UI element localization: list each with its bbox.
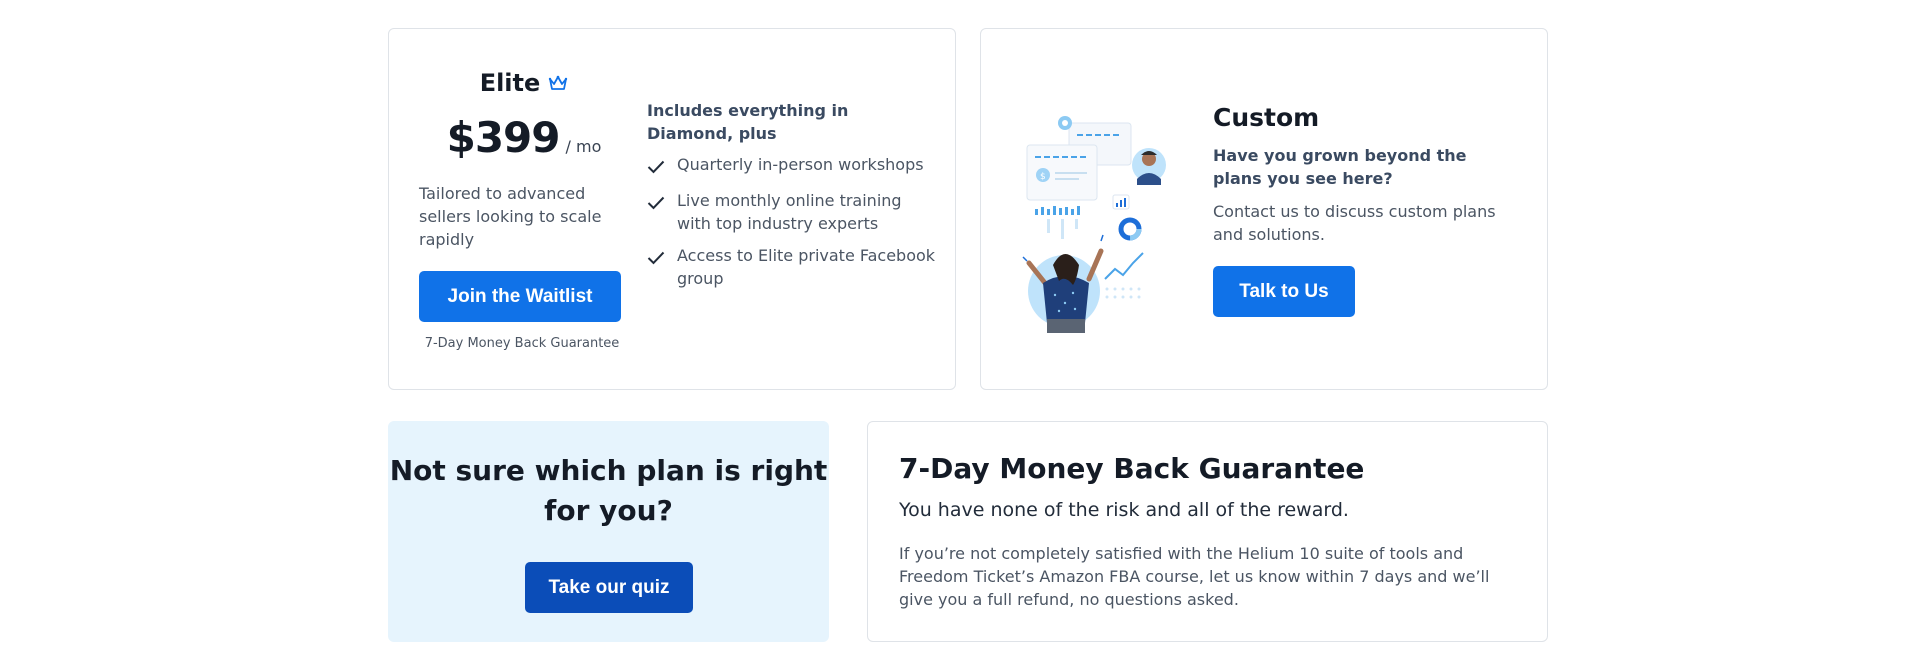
crown-icon <box>548 74 568 92</box>
svg-text:$: $ <box>1040 172 1046 182</box>
elite-price-period: / mo <box>565 137 602 156</box>
custom-plan-card: $ Custom Have you grown beyond the plans… <box>980 28 1548 390</box>
custom-plan-description: Contact us to discuss custom plans and s… <box>1213 202 1496 244</box>
elite-plan-name: Elite <box>479 69 541 97</box>
elite-features: Includes everything in Diamond, plus Qua… <box>647 99 937 299</box>
feature-text: Quarterly in-person workshops <box>677 155 924 174</box>
elite-guarantee-note: 7-Day Money Back Guarantee <box>424 336 620 351</box>
take-quiz-button[interactable]: Take our quiz <box>525 562 693 613</box>
elite-plan-card: Elite $399 / mo Tailored to advanced sel… <box>388 28 956 390</box>
check-icon <box>647 244 665 290</box>
money-back-description: If you’re not completely satisfied with … <box>899 544 1490 609</box>
list-item: Live monthly online training with top in… <box>647 189 937 235</box>
custom-plan-illustration: $ <box>1009 103 1179 333</box>
join-waitlist-button[interactable]: Join the Waitlist <box>419 271 621 322</box>
custom-plan-subtitle: Have you grown beyond the plans you see … <box>1213 146 1467 188</box>
plan-quiz-card: Not sure which plan is right for you? Ta… <box>388 421 829 642</box>
custom-plan-title: Custom <box>1213 103 1320 132</box>
feature-text: Access to Elite private Facebook group <box>677 246 936 288</box>
feature-text: Live monthly online training with top in… <box>677 191 902 233</box>
talk-to-us-button[interactable]: Talk to Us <box>1213 266 1355 317</box>
check-icon <box>647 153 665 180</box>
elite-price-row: $399 / mo <box>419 113 629 162</box>
list-item: Quarterly in-person workshops <box>647 153 937 180</box>
elite-feature-list: Quarterly in-person workshops Live month… <box>647 153 937 290</box>
check-icon <box>647 189 665 235</box>
list-item: Access to Elite private Facebook group <box>647 244 937 290</box>
elite-price: $399 <box>446 113 561 162</box>
money-back-title: 7-Day Money Back Guarantee <box>899 452 1365 485</box>
custom-plan-body: Custom Have you grown beyond the plans y… <box>1213 103 1513 317</box>
money-back-subtitle: You have none of the risk and all of the… <box>899 499 1349 521</box>
elite-title-row: Elite <box>419 69 629 97</box>
elite-summary: Elite $399 / mo Tailored to advanced sel… <box>419 69 629 351</box>
elite-includes-heading: Includes everything in Diamond, plus <box>647 101 849 143</box>
money-back-card: 7-Day Money Back Guarantee You have none… <box>867 421 1548 642</box>
quiz-heading: Not sure which plan is right for you? <box>389 454 828 527</box>
elite-description: Tailored to advanced sellers looking to … <box>419 184 602 249</box>
